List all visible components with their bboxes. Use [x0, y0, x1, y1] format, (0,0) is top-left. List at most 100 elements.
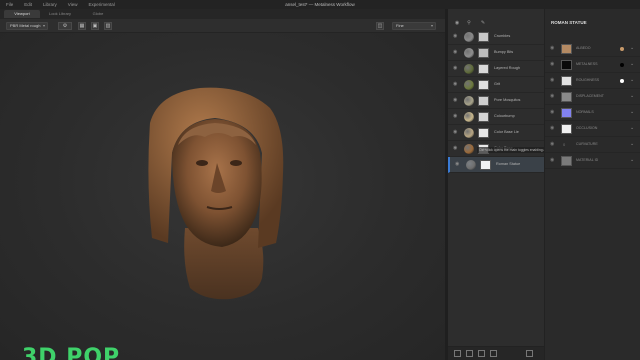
layer-preview-sphere	[464, 144, 474, 154]
channel-name: OCCLUSION	[576, 126, 598, 130]
layer-preview-sphere	[464, 128, 474, 138]
layer-preview-sphere	[466, 160, 476, 170]
channel-row[interactable]: ◉ ALBEDO ⌄	[545, 41, 640, 57]
3d-viewport[interactable]: 3D POP	[0, 33, 445, 360]
channel-swatch[interactable]	[561, 124, 572, 134]
channel-row[interactable]: ◉ ROUGHNESS ⌄	[545, 73, 640, 89]
add-layer-icon[interactable]	[454, 350, 461, 357]
chevron-down-icon[interactable]: ⌄	[630, 45, 634, 51]
brush-icon[interactable]: ✎	[480, 20, 486, 26]
channel-swatch[interactable]	[561, 76, 572, 86]
delete-icon[interactable]	[526, 350, 533, 357]
layer-mask-thumbnail	[478, 64, 489, 74]
grid-toggle-button[interactable]: ▦	[78, 22, 86, 30]
layer-row[interactable]: ◉ Grit	[448, 77, 544, 93]
material-mode-select[interactable]: PBR Metal rough ▾	[6, 22, 48, 30]
layer-mask-thumbnail	[478, 32, 489, 42]
tab-look-library[interactable]: Look Library	[42, 10, 78, 18]
camera-view-button[interactable]: ◫	[376, 22, 384, 30]
wireframe-toggle-button[interactable]: ▥	[104, 22, 112, 30]
lock-icon[interactable]: ⚲	[466, 20, 472, 26]
channel-swatch[interactable]	[561, 60, 572, 70]
layer-mask-thumbnail	[480, 160, 491, 170]
layer-preview-sphere	[464, 96, 474, 106]
visibility-eye-icon[interactable]: ◉	[453, 66, 459, 71]
view-mode-select[interactable]: Fine ▾	[392, 22, 436, 30]
chevron-down-icon: ▾	[42, 23, 45, 28]
chevron-down-icon[interactable]: ⌄	[630, 125, 634, 131]
visibility-eye-icon[interactable]: ◉	[453, 130, 459, 135]
camera-icon: ◫	[377, 23, 383, 29]
layer-preview-sphere	[464, 80, 474, 90]
eye-icon[interactable]: ◉	[454, 20, 460, 26]
channel-color-dot[interactable]	[620, 47, 624, 51]
channel-eye-icon[interactable]: ◉	[550, 94, 554, 99]
layer-name: Color Base Lie	[494, 130, 519, 134]
channel-swatch[interactable]	[561, 44, 572, 54]
window-title: ansel_test* — Metalness Workflow	[285, 2, 355, 7]
channel-eye-icon[interactable]: ◉	[550, 62, 554, 67]
layers-panel: ◉ ⚲ ✎ ◉ Crumbles ◉ Bumpy Bits ◉ Layered Rough…	[448, 9, 575, 360]
tab-viewport[interactable]: Viewport	[4, 10, 40, 18]
visibility-eye-icon[interactable]: ◉	[453, 82, 459, 87]
layer-name: Grit	[494, 82, 501, 86]
channel-row[interactable]: ◉ NORMALS ⌄	[545, 105, 640, 121]
channel-eye-icon[interactable]: ◉	[550, 46, 554, 51]
frame-toggle-button[interactable]: ▣	[91, 22, 99, 30]
layer-row[interactable]: ◉ Layered Rough	[448, 61, 544, 77]
channel-name: MATERIAL ID	[576, 158, 599, 162]
channel-row[interactable]: ◉ METALNESS ⌄	[545, 57, 640, 73]
chevron-down-icon[interactable]: ⌄	[630, 141, 634, 147]
layer-mask-thumbnail	[478, 128, 489, 138]
chevron-down-icon[interactable]: ⌄	[630, 93, 634, 99]
viewport-tab-row: Viewport Look Library Globe	[0, 9, 445, 19]
chevron-down-icon[interactable]: ⌄	[630, 77, 634, 83]
layer-row[interactable]: ◉ Roman Statue	[448, 157, 544, 173]
visibility-eye-icon[interactable]: ◉	[453, 50, 459, 55]
layer-row[interactable]: ◉ Crumbles	[448, 29, 544, 45]
channel-swatch[interactable]	[561, 156, 572, 166]
frame-icon: ▣	[92, 23, 98, 29]
channel-eye-icon[interactable]: ◉	[550, 110, 554, 115]
channel-color-dot[interactable]	[620, 79, 624, 83]
channel-row[interactable]: ◉ MATERIAL ID ⌄	[545, 153, 640, 169]
channel-row[interactable]: ◉ DISPLACEMENT ⌄	[545, 89, 640, 105]
statue-model[interactable]	[0, 33, 445, 360]
channel-value: 0	[563, 142, 566, 147]
channel-row[interactable]: ◉ 0 CURVATURE ⌄	[545, 137, 640, 153]
layer-mask-thumbnail	[478, 80, 489, 90]
material-mode-label: PBR Metal rough	[10, 23, 41, 28]
visibility-eye-icon[interactable]: ◉	[453, 98, 459, 103]
layer-row[interactable]: ◉ Pore Mosquitos	[448, 93, 544, 109]
visibility-eye-icon[interactable]: ◉	[453, 34, 459, 39]
visibility-eye-icon[interactable]: ◉	[453, 146, 459, 151]
channel-eye-icon[interactable]: ◉	[550, 78, 554, 83]
camera-settings-button[interactable]: ⚙	[58, 22, 72, 30]
layer-mask-thumbnail	[478, 48, 489, 58]
tab-globe[interactable]: Globe	[80, 10, 116, 18]
layer-name: Crumbles	[494, 34, 511, 38]
channel-swatch[interactable]	[561, 92, 572, 102]
visibility-eye-icon[interactable]: ◉	[455, 162, 461, 167]
layer-mask-thumbnail	[478, 112, 489, 122]
channel-color-dot[interactable]	[620, 63, 624, 67]
channel-eye-icon[interactable]: ◉	[550, 126, 554, 131]
chevron-down-icon[interactable]: ⌄	[630, 109, 634, 115]
add-mask-icon[interactable]	[478, 350, 485, 357]
channel-eye-icon[interactable]: ◉	[550, 158, 554, 163]
layer-row[interactable]: ◉ Colourbump	[448, 109, 544, 125]
channel-name: CURVATURE	[576, 142, 598, 146]
layer-mask-thumbnail	[478, 96, 489, 106]
channel-eye-icon[interactable]: ◉	[550, 142, 554, 147]
folder-icon[interactable]	[490, 350, 497, 357]
channel-swatch[interactable]	[561, 108, 572, 118]
layers-bottom-bar	[448, 346, 544, 360]
add-fill-icon[interactable]	[466, 350, 473, 357]
chevron-down-icon[interactable]: ⌄	[630, 61, 634, 67]
visibility-eye-icon[interactable]: ◉	[453, 114, 459, 119]
channel-name: NORMALS	[576, 110, 594, 114]
layer-row[interactable]: ◉ Bumpy Bits	[448, 45, 544, 61]
chevron-down-icon[interactable]: ⌄	[630, 157, 634, 163]
channel-row[interactable]: ◉ OCCLUSION ⌄	[545, 121, 640, 137]
layer-row[interactable]: ◉ Color Base Lie	[448, 125, 544, 141]
